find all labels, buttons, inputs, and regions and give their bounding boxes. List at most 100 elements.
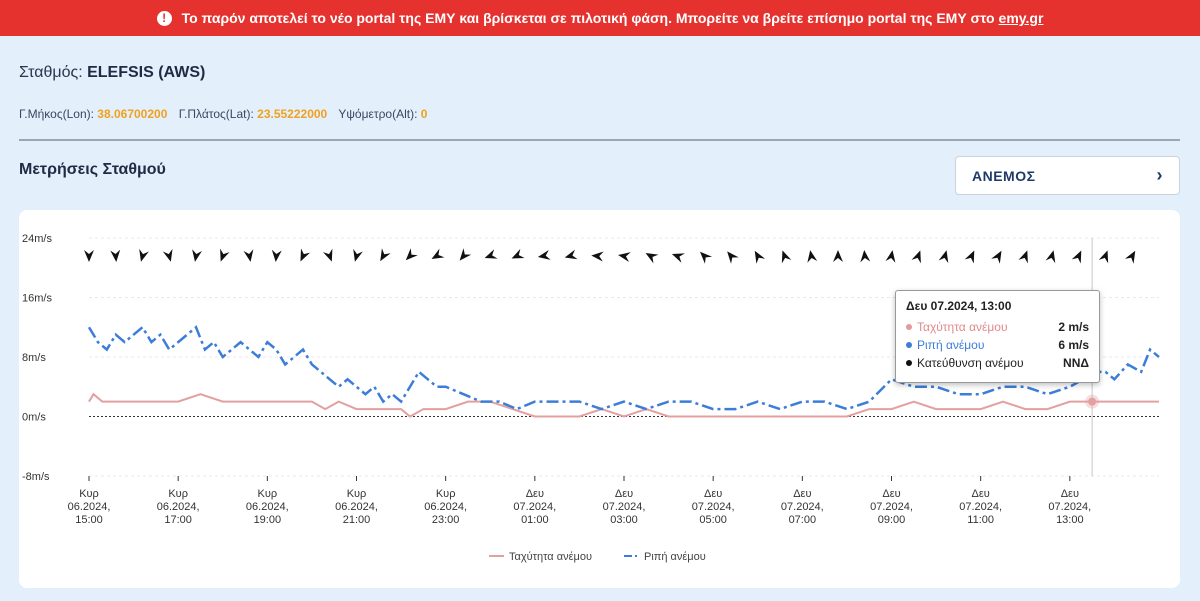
x-tick-label: 07.2024, [959, 501, 1002, 513]
speed-hover-point [1088, 397, 1097, 406]
x-tick-label: 13:00 [1056, 514, 1084, 526]
y-tick-label: 8m/s [22, 352, 46, 364]
wind-direction-arrow [885, 250, 896, 263]
wind-direction-arrow [911, 250, 921, 264]
exclamation-circle-icon: ! [156, 10, 172, 26]
x-tick-label: Δευ [793, 488, 811, 500]
wind-direction-arrow [671, 253, 685, 263]
tooltip-gust-value: 6 m/s [1058, 338, 1089, 352]
legend-item: Ταχύτητα ανέμου [509, 551, 592, 563]
wind-direction-arrow [938, 250, 949, 264]
alt-value: 0 [420, 107, 428, 121]
x-tick-label: 07:00 [789, 514, 817, 526]
x-tick-label: Δευ [704, 488, 722, 500]
wind-direction-arrow [781, 250, 792, 264]
chart-card: -8m/s 0m/s 8m/s 16m/s 24m/s Κυρ 06.2024, 15:00 Κ… [19, 210, 1180, 588]
x-tick-label: 07.2024, [603, 501, 646, 513]
x-tick-label: 07.2024, [1048, 501, 1091, 513]
section-title: Μετρήσεις Σταθμού [19, 161, 166, 178]
wind-direction-arrow [618, 252, 631, 262]
wind-direction-arrow [645, 253, 659, 264]
wind-direction-arrow [84, 250, 94, 262]
tooltip-direction-label: Κατεύθυνση ανέμου [917, 356, 1024, 370]
x-tick-label: Δευ [526, 488, 544, 500]
station-coordinates: Γ.Μήκος(Lon): 38.06700200 Γ.Πλάτος(Lat):… [19, 107, 435, 121]
wind-direction-arrow [1071, 250, 1082, 264]
x-tick-label: 01:00 [521, 514, 549, 526]
wind-direction-arrow [405, 248, 418, 261]
tooltip-title: Δευ 07.2024, 13:00 [906, 299, 1012, 313]
x-tick-label: 07.2024, [692, 501, 735, 513]
wind-direction-arrow [322, 248, 333, 262]
wind-direction-arrow [484, 249, 498, 259]
tooltip-speed-value: 2 m/s [1058, 320, 1089, 334]
lat-value: 23.55222000 [257, 107, 328, 121]
wind-direction-arrow [564, 249, 578, 260]
x-tick-label: 19:00 [254, 514, 282, 526]
wind-direction-arrow [807, 250, 818, 263]
x-tick-label: 07.2024, [781, 501, 824, 513]
x-tick-label: Δευ [615, 488, 633, 500]
wind-direction-arrow [833, 250, 843, 262]
wind-direction-arrow [700, 251, 713, 264]
wind-direction-arrow [964, 250, 975, 264]
x-tick-label: Δευ [1061, 488, 1079, 500]
tooltip-gust-label: Ριπή ανέμου [917, 338, 985, 352]
alt-label: Υψόμετρο(Alt): [338, 107, 418, 121]
emy-link[interactable]: emy.gr [999, 10, 1044, 26]
wind-direction-arrow [110, 249, 121, 262]
divider [19, 139, 1180, 141]
lon-label: Γ.Μήκος(Lon): [19, 107, 94, 121]
x-tick-label: Κυρ [168, 488, 188, 500]
tooltip-speed-label: Ταχύτητα ανέμου [917, 320, 1008, 334]
gust-dot-icon [906, 342, 912, 348]
x-tick-label: 06.2024, [246, 501, 289, 513]
station-label: Σταθμός: [19, 64, 83, 81]
x-tick-label: 07.2024, [513, 501, 556, 513]
y-tick-label: 0m/s [22, 412, 46, 424]
speed-dot-icon [906, 324, 912, 330]
wind-direction-arrow [754, 250, 766, 264]
wind-direction-arrow [139, 248, 149, 262]
wind-chart[interactable]: -8m/s0m/s8m/s16m/s24m/sΚυρ06.2024,15:00Κ… [19, 210, 1180, 588]
station-heading: Σταθμός: ELEFSIS (AWS) [19, 64, 205, 82]
wind-direction-arrow [220, 248, 230, 262]
chart-tooltip: Δευ 07.2024, 13:00 Ταχύτητα ανέμου 2 m/s… [895, 290, 1100, 383]
x-tick-label: Κυρ [79, 488, 99, 500]
y-tick-label: 24m/s [22, 233, 52, 245]
wind-direction-arrow [727, 251, 739, 264]
pilot-banner: ! Το παρόν αποτελεί το νέο portal της ΕΜ… [0, 0, 1200, 36]
direction-dot-icon [906, 360, 912, 366]
wind-direction-arrow [300, 248, 311, 262]
x-tick-label: 05:00 [699, 514, 727, 526]
wind-direction-arrow [591, 251, 604, 262]
lat-label: Γ.Πλάτος(Lat): [178, 107, 254, 121]
x-tick-label: Δευ [882, 488, 900, 500]
x-tick-label: Κυρ [258, 488, 278, 500]
tooltip-row-speed: Ταχύτητα ανέμου 2 m/s [906, 320, 1089, 334]
x-tick-label: 06.2024, [424, 501, 467, 513]
chevron-right-icon: › [1156, 165, 1163, 185]
x-tick-label: 07.2024, [870, 501, 913, 513]
x-tick-label: 06.2024, [157, 501, 200, 513]
y-tick-label: 16m/s [22, 293, 52, 305]
tooltip-row-direction: Κατεύθυνση ανέμου ΝΝΔ [906, 356, 1089, 370]
x-tick-label: 03:00 [610, 514, 638, 526]
select-value: ΑΝΕΜΟΣ [972, 167, 1036, 184]
wind-direction-arrow [511, 248, 525, 259]
x-tick-label: 15:00 [75, 514, 103, 526]
measurement-type-select[interactable]: ΑΝΕΜΟΣ › [955, 156, 1180, 195]
lon-value: 38.06700200 [97, 107, 168, 121]
x-tick-label: 09:00 [878, 514, 906, 526]
wind-direction-arrow [380, 248, 391, 262]
wind-direction-arrow [243, 249, 254, 262]
wind-direction-arrow [271, 249, 282, 262]
wind-direction-arrow [1045, 250, 1056, 264]
wind-direction-arrow [1018, 250, 1028, 264]
wind-direction-arrow [459, 248, 472, 261]
series-speed-line [88, 392, 1159, 418]
wind-direction-arrow [353, 248, 363, 262]
station-name: ELEFSIS (AWS) [87, 64, 206, 81]
x-tick-label: Δευ [972, 488, 990, 500]
wind-direction-arrow [860, 250, 871, 263]
